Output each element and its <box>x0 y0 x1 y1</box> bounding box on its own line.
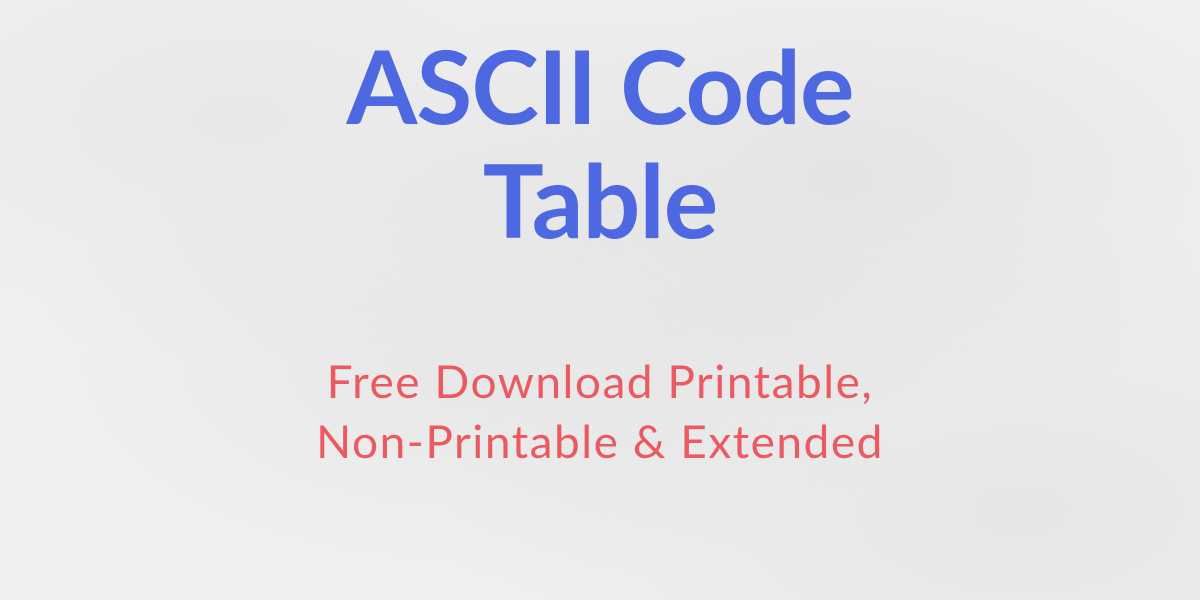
title-line-2: Table <box>483 137 717 260</box>
main-title: ASCII Code Table <box>347 28 854 256</box>
subtitle-line-1: Free Download Printable, <box>327 353 874 408</box>
subtitle-line-2: Non-Printable & Extended <box>316 413 884 468</box>
subtitle: Free Download Printable, Non-Printable &… <box>316 351 884 471</box>
title-line-1: ASCII Code <box>347 23 854 146</box>
